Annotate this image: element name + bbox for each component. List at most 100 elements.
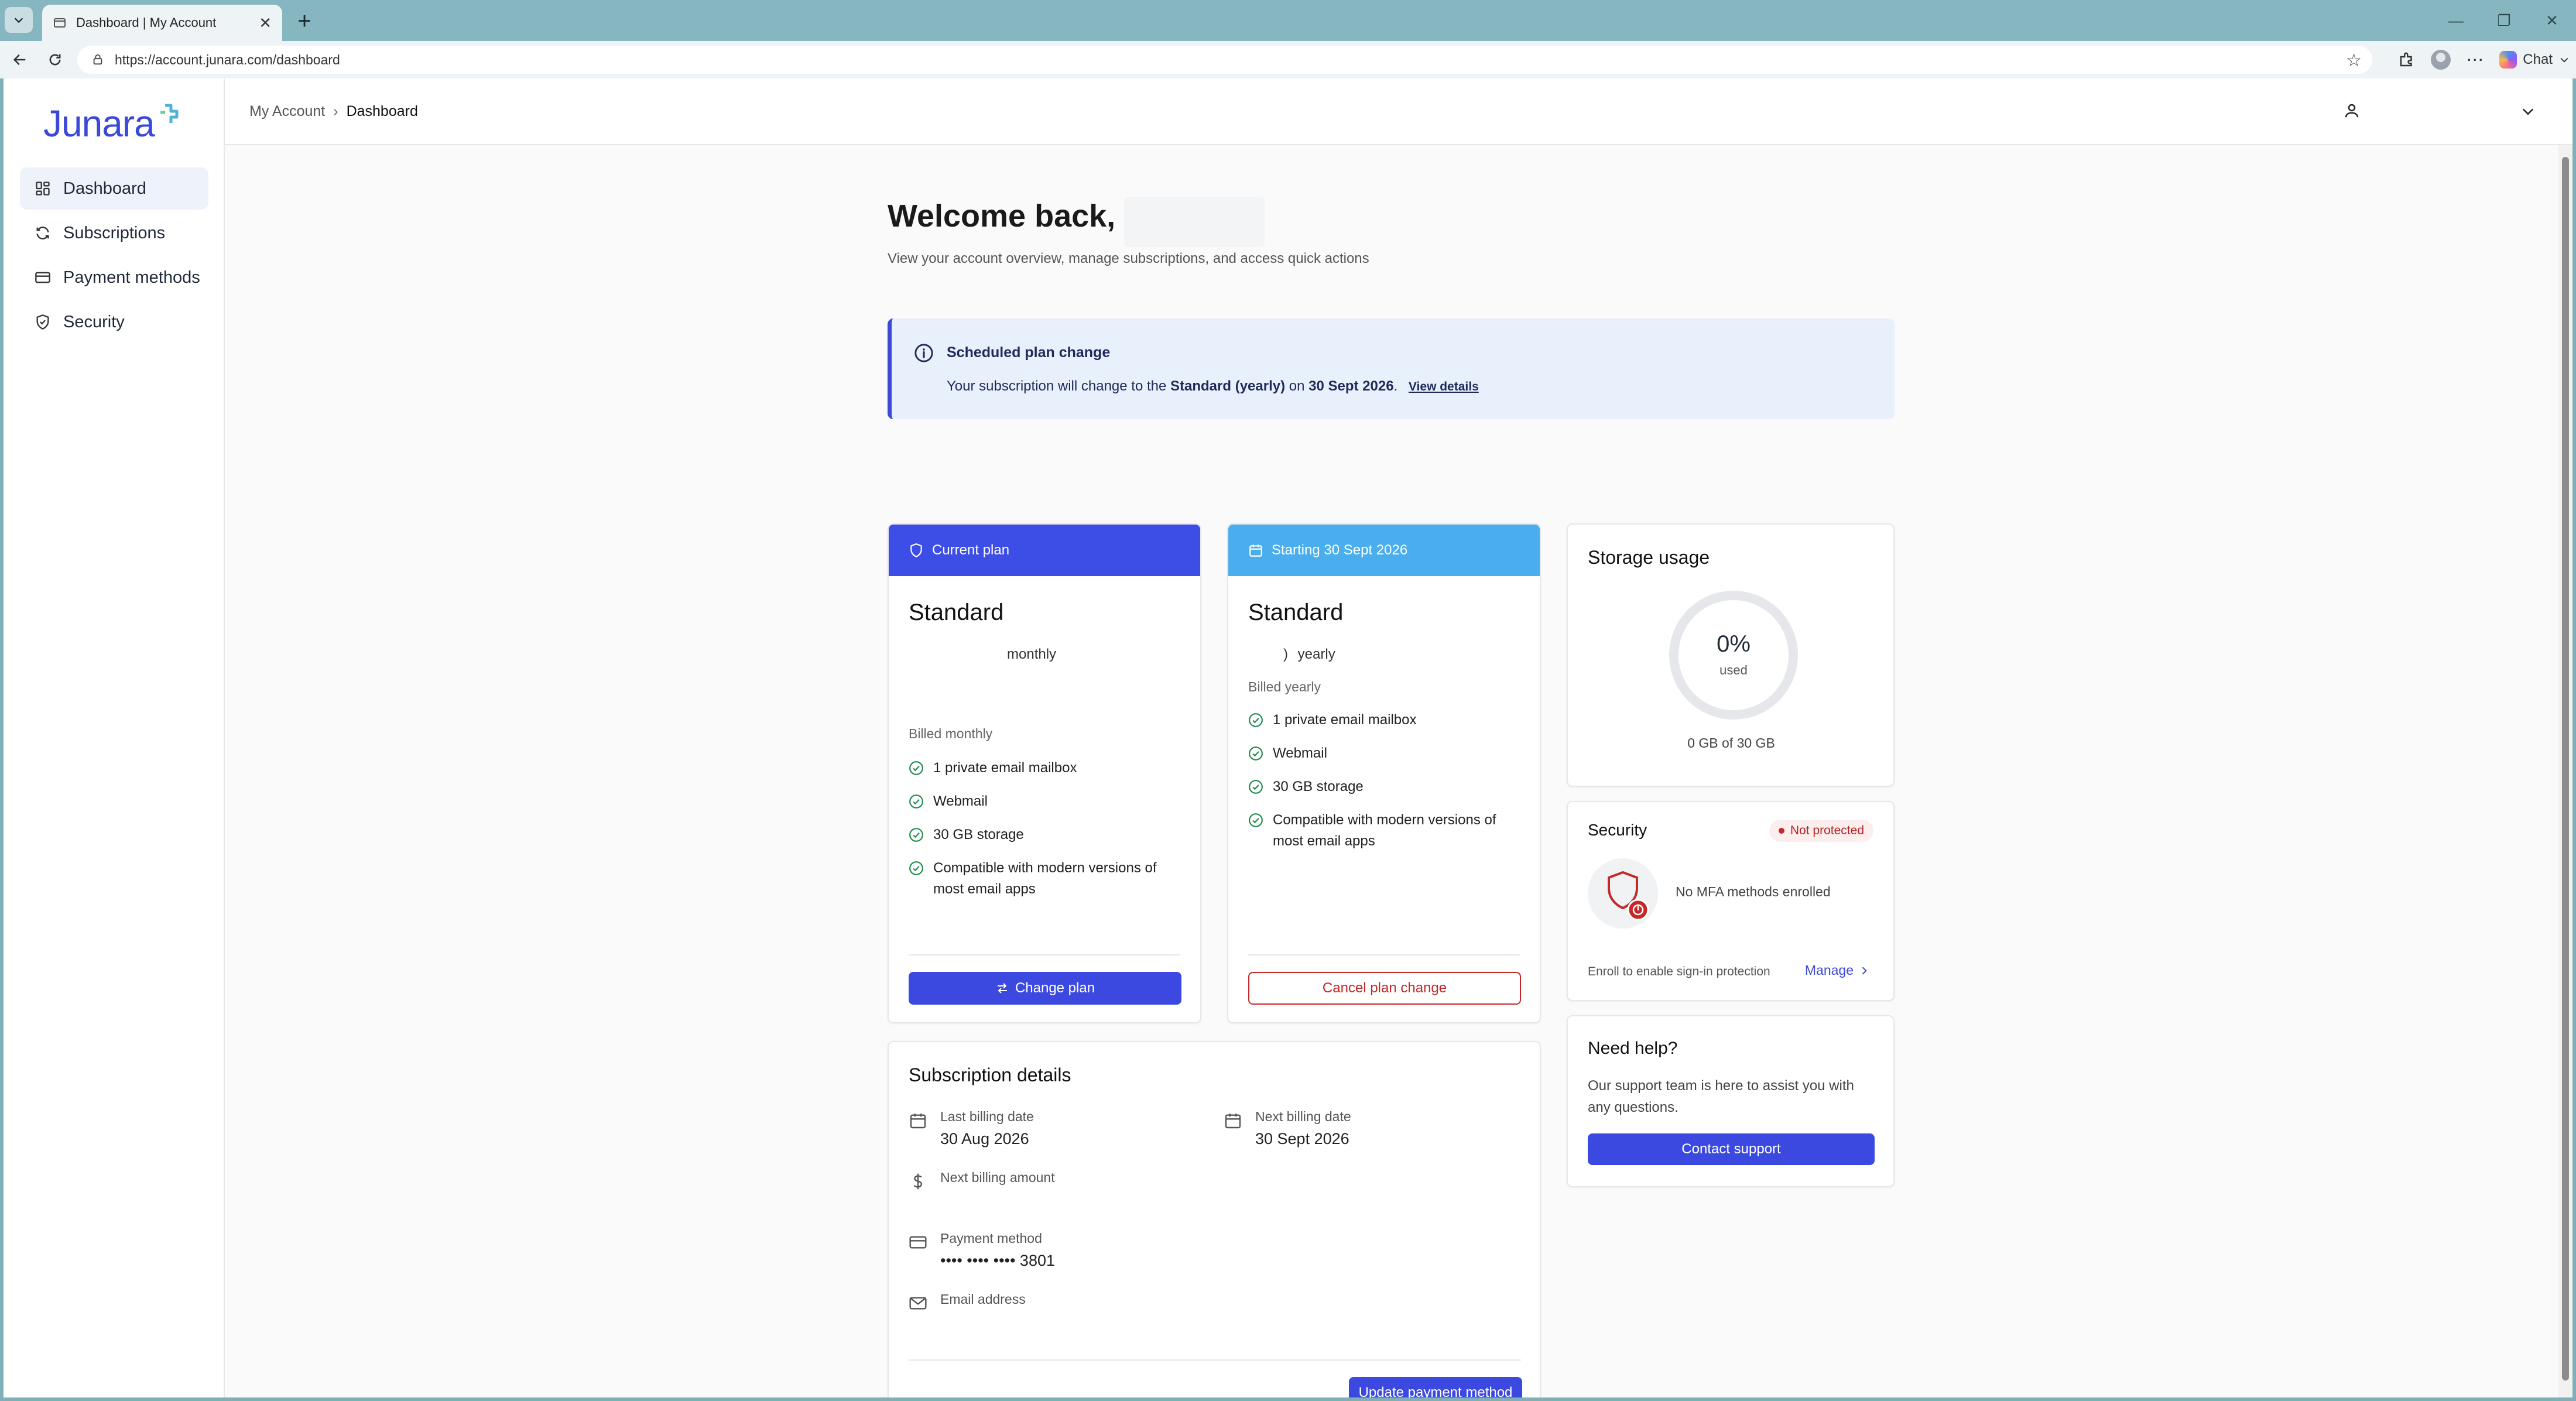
sidebar-item-label: Payment methods	[63, 268, 200, 287]
chevron-right-icon	[1862, 966, 1867, 975]
cancel-plan-change-button[interactable]: Cancel plan change	[1248, 972, 1521, 1005]
contact-support-button[interactable]: Contact support	[1588, 1133, 1875, 1165]
minimize-icon[interactable]: —	[2432, 0, 2480, 41]
shield-check-icon	[34, 313, 52, 331]
browser-tab-bar: Dashboard | My Account ✕ + — ❐ ✕	[0, 0, 2576, 41]
current-plan-features: 1 private email mailbox Webmail 30 GB st…	[909, 758, 1184, 912]
next-plan-name: Standard	[1248, 600, 1344, 625]
email-label: Email address	[940, 1292, 1026, 1307]
chat-button[interactable]: Chat	[2499, 51, 2570, 68]
card-divider	[909, 1359, 1521, 1361]
scheduled-change-alert: Scheduled plan change Your subscription …	[888, 318, 1895, 419]
account-menu-chevron-icon[interactable]	[2520, 103, 2536, 119]
page-favicon-icon	[54, 18, 66, 28]
sidebar-item-payment-methods[interactable]: Payment methods	[20, 256, 208, 299]
current-plan-billed: Billed monthly	[909, 726, 993, 741]
junara-logo[interactable]: Junara	[43, 102, 180, 145]
welcome-heading: Welcome back,	[888, 198, 1116, 234]
status-badge: Not protected	[1769, 820, 1873, 842]
window-controls: — ❐ ✕	[2432, 0, 2576, 41]
enroll-hint: Enroll to enable sign-in protection	[1588, 965, 1770, 978]
last-billing-date: Last billing date 30 Aug 2026	[909, 1109, 1190, 1156]
sidebar-item-security[interactable]: Security	[20, 301, 208, 343]
next-plan-cycle: ) yearly	[1283, 646, 1335, 663]
dollar-icon	[913, 1173, 923, 1190]
feature-text: 1 private email mailbox	[933, 760, 1077, 776]
storage-ring: 0% used	[1666, 588, 1801, 722]
last-billing-value: 30 Aug 2026	[940, 1130, 1029, 1147]
browser-tab-active[interactable]: Dashboard | My Account ✕	[42, 5, 282, 41]
calendar-icon	[1225, 1114, 1241, 1129]
storage-usage-card: Storage usage 0% used 0 GB of 30 GB	[1567, 523, 1895, 787]
credit-card-icon	[909, 1236, 927, 1249]
subscription-details-card: Subscription details Last billing date 3…	[888, 1041, 1541, 1397]
extensions-icon[interactable]	[2398, 51, 2416, 68]
page-scrollbar[interactable]	[2558, 145, 2572, 1397]
help-text: Our support team is here to assist you w…	[1588, 1078, 1854, 1115]
user-icon[interactable]	[2343, 102, 2361, 119]
url-text: https://account.junara.com/dashboard	[115, 52, 340, 67]
sidebar-item-label: Dashboard	[63, 179, 146, 198]
sidebar-item-label: Subscriptions	[63, 223, 166, 242]
logo-text: Junara	[43, 102, 155, 145]
window-close-icon[interactable]: ✕	[2528, 0, 2576, 41]
sidebar-item-subscriptions[interactable]: Subscriptions	[20, 212, 208, 254]
sidebar-item-label: Security	[63, 312, 125, 331]
feature-item: 1 private email mailbox	[909, 758, 1184, 779]
shield-alert-icon	[1608, 871, 1649, 921]
alert-period: .	[1393, 378, 1398, 394]
update-payment-method-button[interactable]: Update payment method	[1349, 1377, 1522, 1397]
new-tab-plus-icon[interactable]: +	[292, 8, 317, 34]
subscription-details-title: Subscription details	[909, 1064, 1071, 1085]
next-billing-value: 30 Sept 2026	[1255, 1130, 1349, 1147]
next-billing-amount: Next billing amount	[909, 1170, 1190, 1205]
next-amount-label: Next billing amount	[940, 1170, 1055, 1185]
check-circle-icon	[909, 794, 923, 809]
scrollbar-thumb[interactable]	[2562, 157, 2569, 1381]
restore-icon[interactable]: ❐	[2480, 0, 2528, 41]
current-plan-name: Standard	[909, 600, 1004, 625]
chevron-right-icon: ›	[333, 103, 338, 119]
current-plan-header-label: Current plan	[932, 542, 1010, 558]
profile-avatar[interactable]	[2431, 50, 2451, 70]
mfa-status-text: No MFA methods enrolled	[1676, 884, 1831, 899]
card-divider	[1248, 954, 1520, 955]
next-plan-header-label: Starting 30 Sept 2026	[1272, 542, 1408, 558]
feature-item: Webmail	[1248, 743, 1523, 764]
feature-text: 30 GB storage	[1273, 779, 1364, 794]
reload-icon[interactable]	[42, 47, 68, 73]
tab-list-button[interactable]	[5, 7, 33, 33]
sidebar-item-dashboard[interactable]: Dashboard	[20, 167, 208, 210]
status-badge-text: Not protected	[1790, 824, 1864, 837]
copilot-icon	[2499, 51, 2517, 68]
address-bar: https://account.junara.com/dashboard ☆ ⋯…	[0, 41, 2576, 78]
next-billing-date: Next billing date 30 Sept 2026	[1224, 1109, 1505, 1156]
shield-icon	[910, 543, 922, 558]
back-arrow-icon[interactable]	[7, 47, 33, 73]
current-plan-cycle: monthly	[1007, 646, 1057, 662]
breadcrumb-parent[interactable]: My Account	[249, 103, 325, 120]
url-input[interactable]: https://account.junara.com/dashboard ☆	[77, 46, 2372, 74]
view-details-link[interactable]: View details	[1409, 380, 1479, 393]
feature-item: Webmail	[909, 791, 1184, 812]
card-divider	[909, 954, 1180, 955]
alert-date: 30 Sept 2026	[1308, 378, 1394, 394]
feature-text: 1 private email mailbox	[1273, 712, 1417, 728]
next-plan-cycle-prefix: )	[1283, 646, 1288, 662]
alert-body: Your subscription will change to the Sta…	[947, 378, 1479, 395]
bookmark-star-icon[interactable]: ☆	[2346, 50, 2362, 71]
chevron-down-icon	[14, 18, 23, 23]
feature-item: 30 GB storage	[1248, 776, 1523, 797]
last-billing-label: Last billing date	[940, 1109, 1034, 1124]
credit-card-icon	[34, 269, 52, 286]
next-plan-features: 1 private email mailbox Webmail 30 GB st…	[1248, 710, 1523, 864]
feature-text: Compatible with modern versions of most …	[1273, 812, 1496, 849]
manage-security-link[interactable]: Manage	[1805, 962, 1870, 978]
change-plan-button[interactable]: Change plan	[909, 972, 1181, 1005]
next-plan-header: Starting 30 Sept 2026	[1228, 525, 1540, 576]
mail-icon	[909, 1297, 927, 1310]
tab-close-icon[interactable]: ✕	[259, 14, 272, 32]
more-menu-icon[interactable]: ⋯	[2466, 50, 2484, 70]
site-info-icon[interactable]	[91, 53, 104, 66]
browser-toolbar: ⋯ Chat	[2398, 47, 2570, 73]
